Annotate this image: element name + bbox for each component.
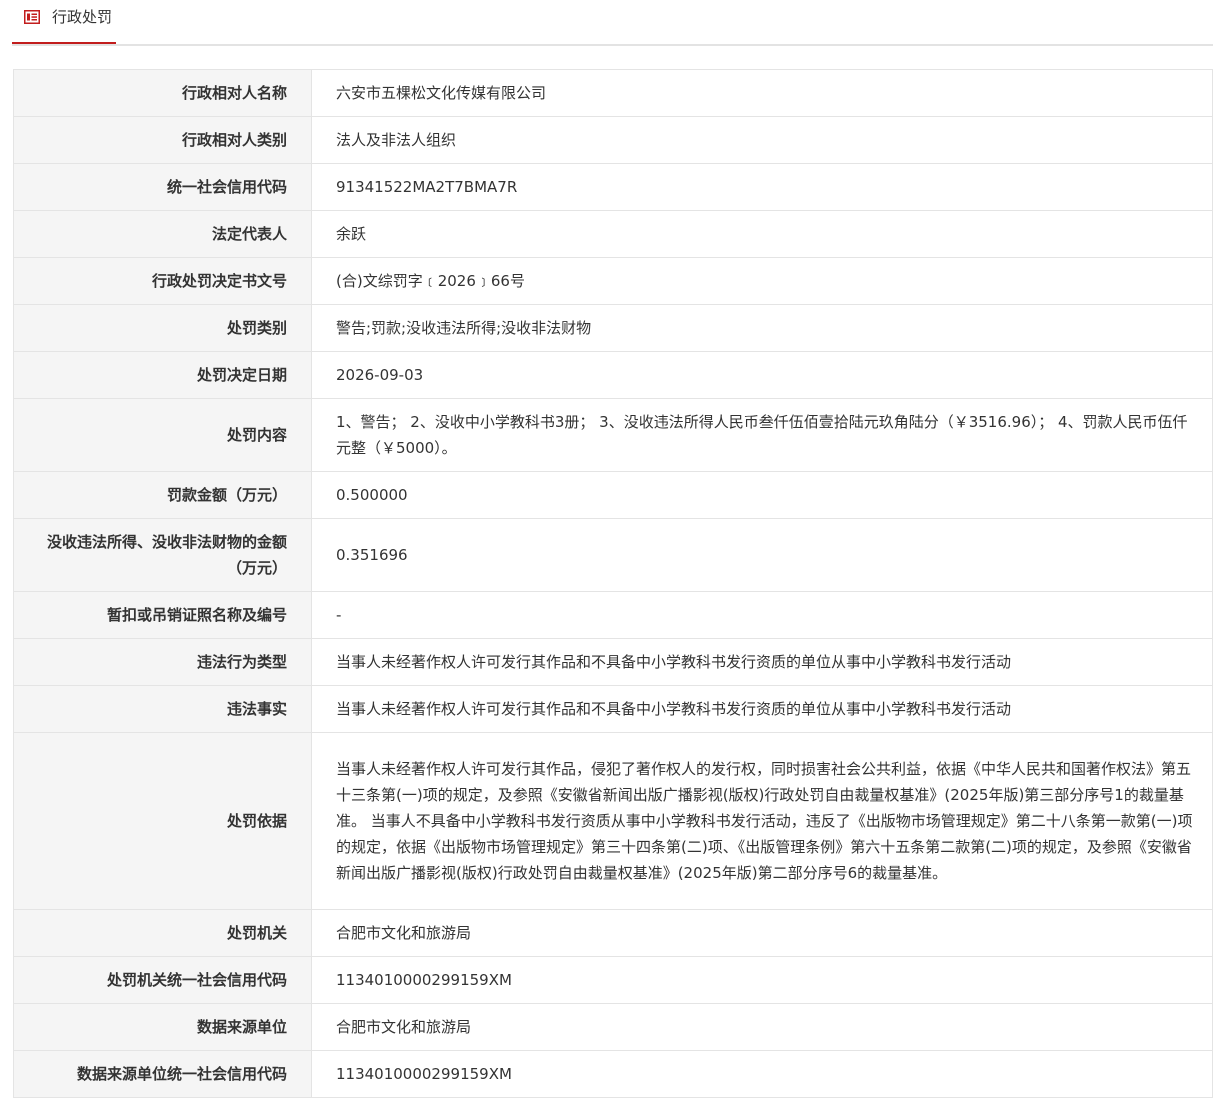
row-label: 数据来源单位统一社会信用代码 [13,1050,312,1098]
row-value: 当事人未经著作权人许可发行其作品，侵犯了著作权人的发行权，同时损害社会公共利益，… [311,732,1213,910]
row-value: 0.351696 [311,518,1213,592]
row-label: 行政相对人名称 [13,69,312,117]
row-value: 合肥市文化和旅游局 [311,909,1213,957]
table-row: 违法事实 当事人未经著作权人许可发行其作品和不具备中小学教科书发行资质的单位从事… [13,685,1213,733]
row-value: 六安市五棵松文化传媒有限公司 [311,69,1213,117]
row-value: 2026-09-03 [311,351,1213,399]
table-row: 处罚机关统一社会信用代码 11340100002991​59XM [13,956,1213,1004]
row-value: 当事人未经著作权人许可发行其作品和不具备中小学教科书发行资质的单位从事中小学教科… [311,638,1213,686]
table-row: 暂扣或吊销证照名称及编号 - [13,591,1213,639]
table-row: 处罚机关 合肥市文化和旅游局 [13,909,1213,957]
row-label: 没收违法所得、没收非法财物的金额（万元） [13,518,312,592]
row-label: 暂扣或吊销证照名称及编号 [13,591,312,639]
row-label: 处罚决定日期 [13,351,312,399]
row-value: 法人及非法人组织 [311,116,1213,164]
table-row: 处罚依据 当事人未经著作权人许可发行其作品，侵犯了著作权人的发行权，同时损害社会… [13,732,1213,910]
table-row: 行政处罚决定书文号 (合)文综罚字﹝2026﹞66号 [13,257,1213,305]
row-value: 当事人未经著作权人许可发行其作品和不具备中小学教科书发行资质的单位从事中小学教科… [311,685,1213,733]
table-row: 违法行为类型 当事人未经著作权人许可发行其作品和不具备中小学教科书发行资质的单位… [13,638,1213,686]
tab-administrative-penalty[interactable]: 行政处罚 [12,0,116,44]
row-value: (合)文综罚字﹝2026﹞66号 [311,257,1213,305]
row-label: 处罚机关统一社会信用代码 [13,956,312,1004]
row-label: 处罚机关 [13,909,312,957]
row-value: - [311,591,1213,639]
row-value: 11340100002991​59XM [311,956,1213,1004]
row-label: 行政相对人类别 [13,116,312,164]
row-value: 余跃 [311,210,1213,258]
table-row: 没收违法所得、没收非法财物的金额（万元） 0.351696 [13,518,1213,592]
table-row: 统一社会信用代码 91341522MA2T7BMA7R [13,163,1213,211]
row-value: 合肥市文化和旅游局 [311,1003,1213,1051]
row-label: 罚款金额（万元） [13,471,312,519]
row-value: 11340100002991​59XM [311,1050,1213,1098]
row-label: 违法事实 [13,685,312,733]
table-row: 行政相对人名称 六安市五棵松文化传媒有限公司 [13,69,1213,117]
section-header: 行政处罚 [12,0,1213,46]
row-label: 处罚依据 [13,732,312,910]
row-label: 法定代表人 [13,210,312,258]
table-row: 数据来源单位统一社会信用代码 11340100002991​59XM [13,1050,1213,1098]
row-value: 1、警告； 2、没收中小学教科书3册； 3、没收违法所得人民币叁仟伍佰壹拾陆元玖… [311,398,1213,472]
penalty-info-table: 行政相对人名称 六安市五棵松文化传媒有限公司 行政相对人类别 法人及非法人组织 … [13,69,1213,1098]
row-label: 处罚内容 [13,398,312,472]
row-value: 0.500000 [311,471,1213,519]
table-row: 罚款金额（万元） 0.500000 [13,471,1213,519]
row-label: 统一社会信用代码 [13,163,312,211]
document-icon [24,10,40,24]
table-row: 处罚内容 1、警告； 2、没收中小学教科书3册； 3、没收违法所得人民币叁仟伍佰… [13,398,1213,472]
table-row: 数据来源单位 合肥市文化和旅游局 [13,1003,1213,1051]
row-label: 违法行为类型 [13,638,312,686]
row-value: 警告;罚款;没收违法所得;没收非法财物 [311,304,1213,352]
row-label: 行政处罚决定书文号 [13,257,312,305]
table-row: 处罚决定日期 2026-09-03 [13,351,1213,399]
row-value: 91341522MA2T7BMA7R [311,163,1213,211]
section-title: 行政处罚 [52,8,113,26]
row-label: 数据来源单位 [13,1003,312,1051]
table-row: 行政相对人类别 法人及非法人组织 [13,116,1213,164]
table-row: 处罚类别 警告;罚款;没收违法所得;没收非法财物 [13,304,1213,352]
row-label: 处罚类别 [13,304,312,352]
table-row: 法定代表人 余跃 [13,210,1213,258]
